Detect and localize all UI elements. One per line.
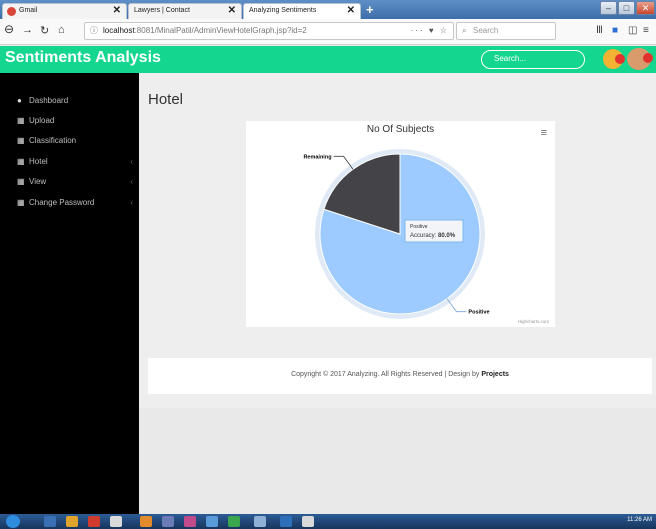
- sidebar-toggle-icon[interactable]: ◫: [628, 25, 637, 36]
- browser-nav-bar: ⊖ → ↻ ⌂ ⓘ localhost:8081/MinalPatil/Admi…: [0, 19, 656, 45]
- gmail-icon: [7, 7, 16, 16]
- table-icon: ▦: [17, 177, 25, 186]
- maximize-icon[interactable]: □: [618, 1, 635, 15]
- tooltip-value: 80.0%: [438, 233, 456, 239]
- chevron-left-icon: ‹: [130, 177, 133, 186]
- sidebar-item-classification[interactable]: ▦ Classification: [17, 134, 135, 148]
- folder-icon[interactable]: [66, 516, 78, 527]
- ie-icon[interactable]: [44, 516, 56, 527]
- app-search-input[interactable]: Search...: [481, 50, 585, 69]
- pie-label-remaining: Remaining: [303, 154, 331, 160]
- notifications-icon[interactable]: [603, 49, 625, 69]
- tooltip-series: Positive: [410, 224, 428, 230]
- search-placeholder: Search...: [494, 54, 527, 63]
- url-host: localhost: [103, 26, 135, 35]
- table-icon: ▦: [17, 198, 25, 207]
- tooltip-label-text: Accuracy:: [410, 233, 437, 239]
- tab-gmail[interactable]: Gmail ✕: [2, 3, 127, 19]
- tab-lawyers[interactable]: Lawyers | Contact ✕: [128, 3, 242, 19]
- app-icon[interactable]: [280, 516, 292, 527]
- firefox-icon[interactable]: [140, 516, 152, 527]
- reload-icon[interactable]: ↻: [40, 24, 49, 37]
- app-icon[interactable]: [254, 516, 266, 527]
- avatar[interactable]: [627, 48, 653, 70]
- app-icon[interactable]: [228, 516, 240, 527]
- home-icon[interactable]: ⌂: [58, 24, 65, 36]
- chart-title: No Of Subjects: [366, 124, 435, 135]
- pie-chart: Positive Remaining Positive Accuracy: 80.…: [303, 149, 490, 319]
- table-icon: ▦: [17, 157, 25, 166]
- chevron-left-icon: ‹: [130, 157, 133, 166]
- menu-icon[interactable]: ≡: [643, 25, 649, 36]
- search-placeholder: Search: [473, 26, 499, 35]
- notification-count-badge: [615, 54, 625, 64]
- copyright-text: Copyright © 2017 Analyzing. All Rights R…: [291, 371, 482, 378]
- library-icon[interactable]: Ⅲ: [596, 25, 603, 36]
- dashboard-icon: ●: [17, 96, 22, 105]
- app-icon[interactable]: [206, 516, 218, 527]
- chevron-left-icon: ‹: [130, 198, 133, 207]
- sidebar-item-label: Change Password: [29, 198, 95, 207]
- sidebar-item-upload[interactable]: ▦ Upload: [17, 114, 135, 128]
- pie-chart-card: Positive Remaining Positive Accuracy: 80.…: [246, 121, 555, 327]
- tab-label: Analyzing Sentiments: [249, 7, 317, 14]
- sidebar-item-label: Upload: [29, 116, 55, 125]
- sidebar-item-dashboard[interactable]: ● Dashboard: [17, 94, 135, 108]
- search-icon: ⌕: [462, 26, 467, 35]
- close-tab-icon[interactable]: ✕: [347, 4, 355, 18]
- forward-icon[interactable]: →: [22, 24, 33, 36]
- tab-label: Lawyers | Contact: [134, 7, 190, 14]
- sidebar-item-change-password[interactable]: ▦ Change Password ‹: [17, 196, 135, 210]
- url-bar[interactable]: ⓘ localhost:8081/MinalPatil/AdminViewHot…: [84, 22, 454, 40]
- tab-label: Gmail: [19, 7, 38, 14]
- tooltip-label: Accuracy: 80.0%: [410, 233, 456, 239]
- sidebar: ● Dashboard ▦ Upload ▦ Classification ▦ Hote…: [0, 73, 139, 514]
- sidebar-item-label: View: [29, 177, 47, 186]
- browser-tab-strip: Gmail ✕ Lawyers | Contact ✕ Analyzing Se…: [0, 0, 656, 19]
- start-button-icon[interactable]: [6, 515, 20, 528]
- page-actions-icon[interactable]: ··· ♥ ☆: [411, 23, 449, 39]
- url-path: :8081/MinalPatil/AdminViewHotelGraph.jsp…: [134, 26, 307, 35]
- close-tab-icon[interactable]: ✕: [228, 4, 236, 18]
- footer-text: Copyright © 2017 Analyzing. All Rights R…: [148, 371, 652, 378]
- table-icon: ▦: [17, 136, 25, 145]
- pie-label-positive: Positive: [468, 310, 489, 316]
- sidebar-item-hotel[interactable]: ▦ Hotel ‹: [17, 155, 135, 169]
- chart-credits[interactable]: Highcharts.com: [518, 319, 549, 324]
- message-count-badge: [643, 53, 653, 63]
- os-taskbar: 11:26 AM: [0, 514, 656, 529]
- minimize-icon[interactable]: –: [600, 1, 617, 15]
- app-icon[interactable]: [162, 516, 174, 527]
- footer-link[interactable]: Projects: [481, 371, 509, 378]
- extension-icon[interactable]: ■: [612, 25, 618, 36]
- sidebar-item-label: Classification: [29, 136, 77, 145]
- document-icon[interactable]: [110, 516, 122, 527]
- chart-menu-icon[interactable]: ≡: [541, 127, 547, 139]
- app-header: Sentiments Analysis Search...: [0, 46, 656, 73]
- brand-title[interactable]: Sentiments Analysis: [5, 49, 161, 67]
- tab-analyzing-sentiments[interactable]: Analyzing Sentiments ✕: [243, 3, 361, 19]
- taskbar-clock: 11:26 AM: [627, 517, 652, 523]
- footer: Copyright © 2017 Analyzing. All Rights R…: [148, 358, 652, 394]
- sidebar-item-view[interactable]: ▦ View ‹: [17, 175, 135, 189]
- app-icon[interactable]: [184, 516, 196, 527]
- close-tab-icon[interactable]: ✕: [113, 4, 121, 18]
- chart-tooltip: Positive Accuracy: 80.0%: [404, 219, 464, 243]
- sidebar-item-label: Dashboard: [29, 96, 69, 105]
- new-tab-icon[interactable]: +: [366, 2, 374, 17]
- media-icon[interactable]: [88, 516, 100, 527]
- info-icon[interactable]: ⓘ: [90, 23, 98, 39]
- back-icon[interactable]: ⊖: [4, 22, 14, 36]
- main-content: Hotel Positive Remaining Positive Accurac…: [139, 73, 656, 514]
- browser-search-input[interactable]: ⌕ Search: [456, 22, 556, 40]
- sidebar-item-label: Hotel: [29, 157, 48, 166]
- app-icon[interactable]: [302, 516, 314, 527]
- close-window-icon[interactable]: ✕: [636, 1, 655, 15]
- table-icon: ▦: [17, 116, 25, 125]
- page-title: Hotel: [148, 91, 184, 108]
